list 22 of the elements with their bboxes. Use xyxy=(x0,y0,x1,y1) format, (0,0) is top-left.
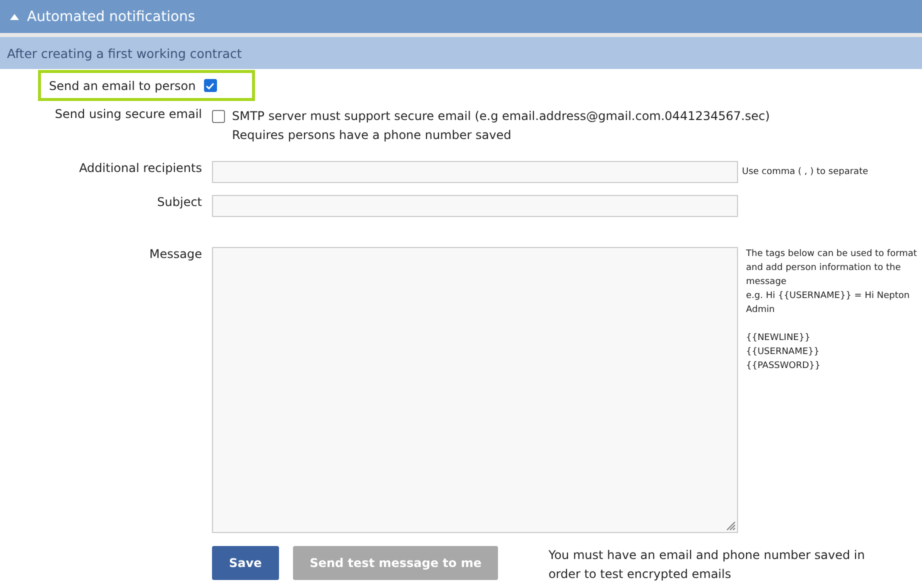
checkbox[interactable] xyxy=(212,110,225,123)
tag-text: {{NEWLINE}} xyxy=(746,332,812,345)
section-title: Automated notifications xyxy=(27,8,196,24)
field-label: Message xyxy=(148,247,202,263)
input-field[interactable] xyxy=(212,161,738,183)
tag-text: {{PASSWORD}} xyxy=(746,360,822,373)
subsection-title: After creating a first working contract xyxy=(0,37,922,69)
note-text: You must have an email and phone number saved in order to test encrypted emails xyxy=(548,547,866,583)
field-label: Send using secure email xyxy=(54,107,202,123)
section-header[interactable]: Automated notifications xyxy=(0,0,922,37)
hint-text: Use comma ( , ) to separate xyxy=(742,167,868,177)
field-label: Send an email to person xyxy=(49,78,196,92)
field-label: Additional recipients xyxy=(78,161,202,177)
checkbox[interactable] xyxy=(204,79,217,92)
resize-grip-icon[interactable] xyxy=(725,520,736,531)
field-label: Subject xyxy=(156,195,202,211)
tag-text: {{USERNAME}} xyxy=(746,346,820,359)
example-text: e.g. Hi {{USERNAME}} = Hi Nepton Admin xyxy=(746,290,911,317)
input-field[interactable] xyxy=(212,195,738,217)
save-button[interactable]: Save xyxy=(212,546,279,580)
description-text: Requires persons have a phone number saved xyxy=(232,127,512,144)
description-text: SMTP server must support secure email (e.g email.address@gmail.com.0441234567.sec) xyxy=(232,108,770,125)
